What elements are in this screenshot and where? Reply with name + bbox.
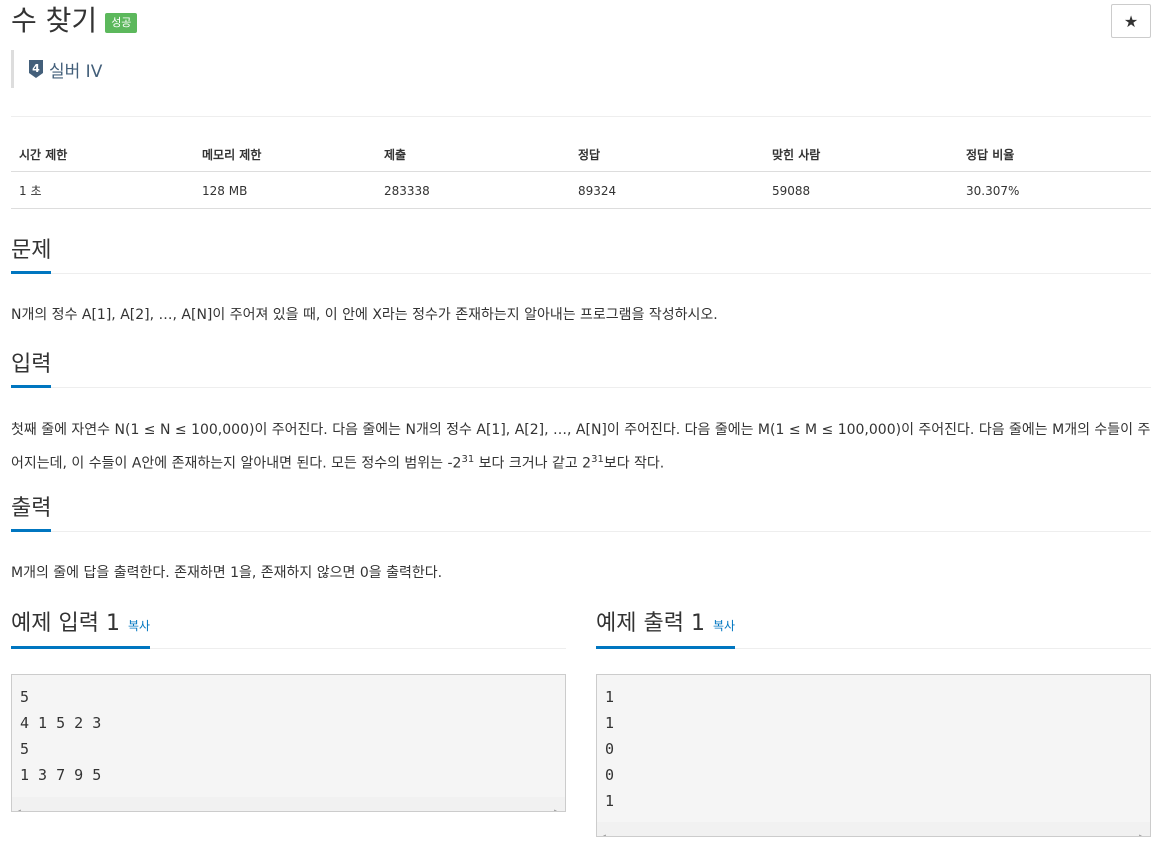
tier-number: 4	[32, 62, 40, 75]
input-heading: 입력	[11, 350, 52, 388]
horizontal-scrollbar[interactable]: ◀ ▶	[597, 822, 1150, 836]
scroll-right-icon[interactable]: ▶	[1139, 824, 1144, 836]
info-value-row: 1 초 128 MB 283338 89324 59088 30.307%	[11, 171, 1151, 209]
result-badge: 성공	[105, 13, 138, 33]
problem-info-table: 시간 제한 메모리 제한 제출 정답 맞힌 사람 정답 비율 1 초 128 M…	[11, 137, 1151, 209]
sample-input-heading: 예제 입력 1 복사	[11, 609, 151, 649]
header-accept-ratio: 정답 비율	[958, 137, 1151, 172]
output-text: M개의 줄에 답을 출력한다. 존재하면 1을, 존재하지 않으면 0을 출력한…	[11, 565, 443, 581]
sample-output-title: 예제 출력 1	[596, 611, 705, 636]
memory-limit-value: 128 MB	[194, 171, 376, 209]
submissions-value: 283338	[376, 171, 570, 209]
header-time-limit: 시간 제한	[11, 137, 194, 172]
silver-tier-icon: 4	[29, 60, 43, 78]
exponent-2: 31	[591, 454, 604, 465]
problem-title: 수 찾기	[11, 4, 98, 37]
header-submissions: 제출	[376, 137, 570, 172]
accepted-value: 89324	[570, 171, 764, 209]
scroll-left-icon[interactable]: ◀	[16, 799, 21, 811]
section-divider	[11, 387, 1151, 388]
section-divider	[11, 531, 1151, 532]
solved-users-value: 59088	[764, 171, 958, 209]
copy-sample-output-link[interactable]: 복사	[713, 619, 735, 633]
scroll-right-icon[interactable]: ▶	[554, 799, 559, 811]
sample-input-header: 예제 입력 1 복사	[11, 609, 566, 649]
problem-header: 수 찾기 성공	[11, 3, 138, 39]
copy-sample-input-link[interactable]: 복사	[128, 619, 150, 633]
info-header-row: 시간 제한 메모리 제한 제출 정답 맞힌 사람 정답 비율	[11, 137, 1151, 172]
exponent-1: 31	[461, 454, 475, 465]
description-heading: 문제	[11, 236, 52, 274]
sample-input-box[interactable]: 5 4 1 5 2 3 5 1 3 7 9 5 ◀ ▶	[11, 674, 566, 812]
description-section-header: 문제	[11, 236, 1151, 274]
output-heading: 출력	[11, 494, 52, 532]
sample-input-title: 예제 입력 1	[11, 611, 120, 636]
tier-info: 4 실버 IV	[11, 50, 102, 88]
input-text-part-3: 보다 작다.	[603, 455, 665, 472]
sample-input-content: 5 4 1 5 2 3 5 1 3 7 9 5	[20, 688, 102, 784]
sample-output-box[interactable]: 1 1 0 0 1 ◀ ▶	[596, 674, 1151, 837]
input-section-header: 입력	[11, 350, 1151, 388]
section-divider	[11, 273, 1151, 274]
sample-output-header: 예제 출력 1 복사	[596, 609, 1151, 649]
header-solved-users: 맞힌 사람	[764, 137, 958, 172]
output-section-header: 출력	[11, 494, 1151, 532]
header-memory-limit: 메모리 제한	[194, 137, 376, 172]
input-description: 첫째 줄에 자연수 N(1 ≤ N ≤ 100,000)이 주어진다. 다음 줄…	[11, 416, 1151, 479]
description-text: N개의 정수 A[1], A[2], …, A[N]이 주어져 있을 때, 이 …	[11, 307, 718, 323]
star-icon: ★	[1123, 11, 1139, 31]
accept-ratio-value: 30.307%	[958, 171, 1151, 209]
scroll-left-icon[interactable]: ◀	[601, 824, 606, 836]
tier-label[interactable]: 실버 IV	[49, 57, 102, 82]
sample-output-heading: 예제 출력 1 복사	[596, 609, 736, 649]
star-button[interactable]: ★	[1111, 4, 1151, 38]
header-accepted: 정답	[570, 137, 764, 172]
sample-output-content: 1 1 0 0 1	[605, 688, 615, 810]
time-limit-value: 1 초	[11, 171, 194, 209]
divider	[11, 116, 1151, 117]
horizontal-scrollbar[interactable]: ◀ ▶	[12, 797, 565, 811]
input-text-part-2: 보다 크거나 같고 2	[474, 455, 592, 472]
